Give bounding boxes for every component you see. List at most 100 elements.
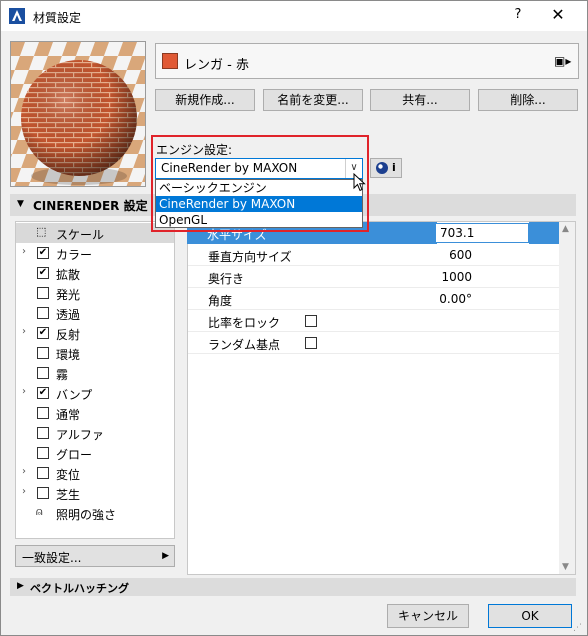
channel-row-luminance[interactable]: 発光 [16,283,174,303]
channel-label: バンプ [56,388,93,402]
share-button[interactable]: 共有... [370,89,470,111]
vector-hatching-section-header[interactable]: ▶ ベクトルハッチング [10,578,576,596]
match-settings-label: 一致設定... [22,551,82,565]
brick-sphere-preview [11,42,145,186]
expand-chevron-icon[interactable]: › [22,486,26,497]
material-preview [10,41,146,187]
light-icon: ⍝ [36,505,43,518]
app-icon [9,8,25,24]
channel-label: 発光 [56,288,81,302]
library-icon[interactable]: ▣▸ [554,54,571,68]
param-row-vertical-size[interactable]: 垂直方向サイズ 600 [188,244,560,266]
lock-ratio-checkbox[interactable] [305,315,317,327]
scroll-up-icon[interactable]: ▲ [562,224,569,234]
channel-row-illumination[interactable]: ⍝ 照明の強さ [16,503,174,523]
new-button[interactable]: 新規作成... [155,89,255,111]
param-scrollbar[interactable]: ▲ ▼ [559,222,575,574]
param-label: 垂直方向サイズ [208,250,292,264]
channel-label: 霧 [56,368,69,382]
help-button[interactable]: ? [506,7,530,22]
channel-checkbox[interactable] [37,447,49,459]
channel-label: 芝生 [56,488,81,502]
channel-checkbox[interactable] [37,347,49,359]
scale-icon: ⬚ [36,225,47,238]
channel-checkbox[interactable]: ✔ [37,247,49,259]
mouse-cursor-icon [353,173,366,192]
channel-row-grass[interactable]: › 芝生 [16,483,174,503]
delete-button[interactable]: 削除... [478,89,578,111]
cinema4d-icon [376,162,388,174]
channel-row-environment[interactable]: 環境 [16,343,174,363]
cinema4d-info-button[interactable]: i [370,158,402,178]
channel-row-fog[interactable]: 霧 [16,363,174,383]
param-value[interactable]: 0.00° [439,292,472,306]
channel-label: 環境 [56,348,81,362]
cancel-button[interactable]: キャンセル [387,604,469,628]
horizontal-size-input[interactable]: 703.1 [435,223,529,243]
channel-checkbox[interactable] [37,407,49,419]
channel-row-displacement[interactable]: › 変位 [16,463,174,483]
channel-checkbox[interactable] [37,307,49,319]
section-title: CINERENDER 設定 [33,199,148,213]
collapse-triangle-icon: ▼ [17,199,24,209]
channel-label: スケール [56,228,105,242]
channel-row-alpha[interactable]: アルファ [16,423,174,443]
engine-highlight-frame [151,135,369,232]
scroll-down-icon[interactable]: ▼ [562,562,569,572]
random-origin-checkbox[interactable] [305,337,317,349]
material-name-field[interactable]: レンガ - 赤 ▣▸ [155,43,579,79]
channel-checkbox[interactable] [37,467,49,479]
param-row-random-origin[interactable]: ランダム基点 [188,332,560,354]
param-row-lock-ratio[interactable]: 比率をロック [188,310,560,332]
channel-row-reflection[interactable]: › ✔ 反射 [16,323,174,343]
channel-row-normal[interactable]: 通常 [16,403,174,423]
param-row-angle[interactable]: 角度 0.00° [188,288,560,310]
material-color-swatch[interactable] [162,53,178,69]
channel-checkbox[interactable]: ✔ [37,387,49,399]
channel-checkbox[interactable] [37,487,49,499]
material-settings-dialog: 材質設定 ? ✕ レンガ - 赤 ▣▸ 新規作成... 名前を変更... 共有.… [0,0,588,636]
channel-label: グロー [56,448,93,462]
expand-triangle-icon: ▶ [17,581,24,591]
row-highlight-tail [529,222,559,244]
parameter-panel: 垂直方向サイズ 600 奥行き 1000 角度 0.00° 比率をロック ランダ… [187,221,576,575]
param-value[interactable]: 1000 [441,270,472,284]
submenu-arrow-icon: ▶ [162,551,169,561]
ok-button[interactable]: OK [488,604,572,628]
expand-chevron-icon[interactable]: › [22,326,26,337]
channel-label: アルファ [56,428,104,442]
info-icon: i [392,161,396,174]
match-settings-button[interactable]: 一致設定... ▶ [15,545,175,567]
param-label: ランダム基点 [208,338,281,352]
expand-chevron-icon[interactable]: › [22,246,26,257]
channel-label: 反射 [56,328,81,342]
material-name: レンガ - 赤 [184,58,249,73]
channel-row-bump[interactable]: › ✔ バンプ [16,383,174,403]
expand-chevron-icon[interactable]: › [22,386,26,397]
channel-label: 照明の強さ [56,508,117,522]
channel-row-transparency[interactable]: 透過 [16,303,174,323]
param-label: 奥行き [208,272,245,286]
param-label: 角度 [208,294,233,308]
channel-row-diffusion[interactable]: ✔ 拡散 [16,263,174,283]
param-value[interactable]: 600 [449,248,472,262]
close-button[interactable]: ✕ [546,5,570,24]
channel-checkbox[interactable] [37,287,49,299]
channel-label: 透過 [56,308,81,322]
channel-label: 変位 [56,468,81,482]
channel-checkbox[interactable] [37,367,49,379]
resize-grip-icon[interactable]: ⋰ [573,623,582,633]
title-bar: 材質設定 ? ✕ [1,1,587,31]
channel-row-color[interactable]: › ✔ カラー [16,243,174,263]
channel-checkbox[interactable]: ✔ [37,327,49,339]
expand-chevron-icon[interactable]: › [22,466,26,477]
param-row-depth[interactable]: 奥行き 1000 [188,266,560,288]
channel-label: 通常 [56,408,81,422]
channel-list: ⬚ スケール › ✔ カラー ✔ 拡散 発光 透過 › ✔ 反射 環境 霧 › … [15,221,175,539]
channel-label: カラー [56,248,93,262]
channel-label: 拡散 [56,268,81,282]
rename-button[interactable]: 名前を変更... [263,89,363,111]
channel-checkbox[interactable]: ✔ [37,267,49,279]
channel-row-glow[interactable]: グロー [16,443,174,463]
channel-checkbox[interactable] [37,427,49,439]
